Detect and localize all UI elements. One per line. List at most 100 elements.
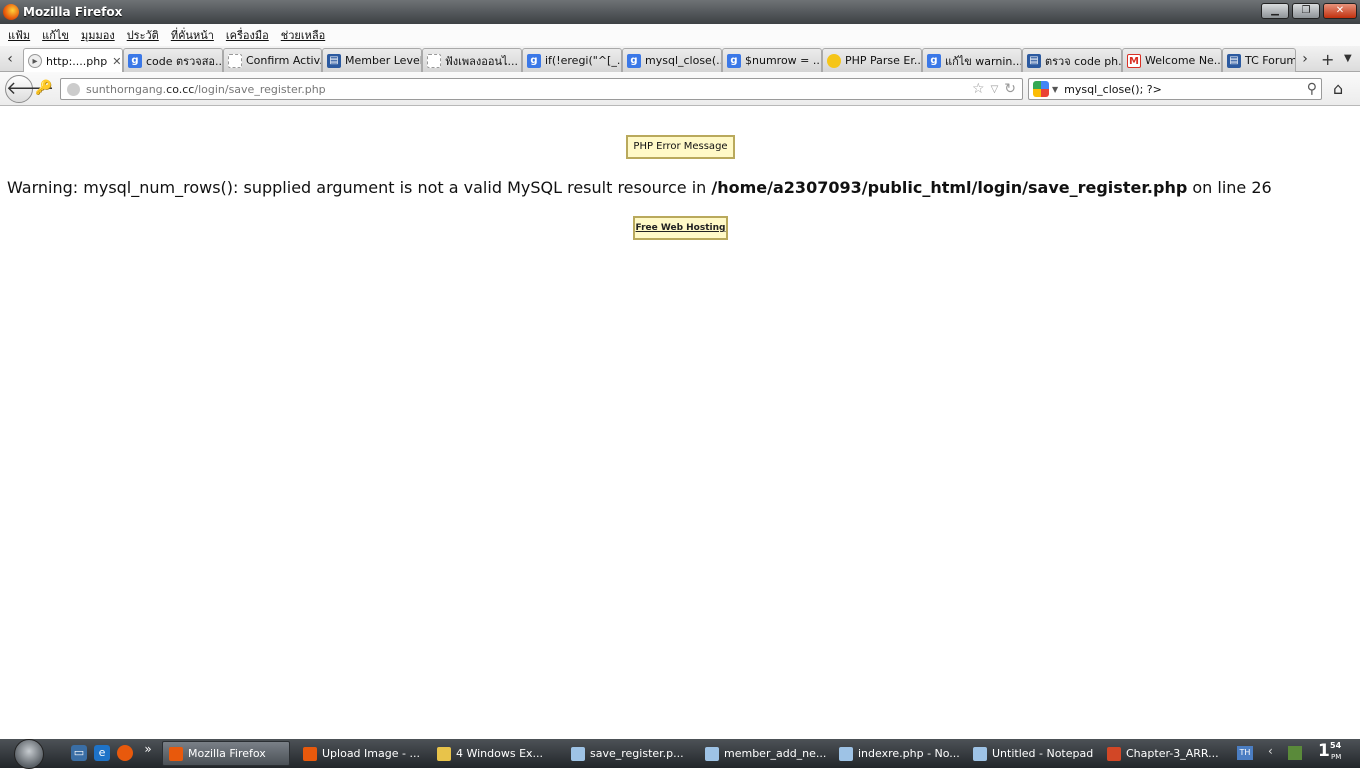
- new-tab-icon[interactable]: +: [1321, 50, 1334, 69]
- window-titlebar: Mozilla Firefox ▁ ❐ ✕: [0, 0, 1360, 24]
- menu-view[interactable]: มุมมอง: [81, 26, 115, 44]
- tab-favicon-icon: g: [527, 53, 541, 68]
- tab-favicon-icon: g: [128, 53, 142, 68]
- taskbar-button[interactable]: member_add_ne...: [699, 741, 827, 766]
- warning-message: Warning: mysql_num_rows(): supplied argu…: [7, 178, 1272, 197]
- menu-tools[interactable]: เครื่องมือ: [226, 26, 269, 44]
- tab[interactable]: g code ตรวจสอ...: [123, 48, 223, 72]
- tab-label: mysql_close(...: [645, 54, 722, 67]
- tab-favicon-icon: g: [927, 53, 941, 68]
- tab-favicon-icon: ▸: [28, 54, 42, 68]
- taskbar-button[interactable]: Chapter-3_ARR...: [1101, 741, 1229, 766]
- taskbar-button-label: Chapter-3_ARR...: [1126, 747, 1219, 760]
- tab-label: แก้ไข warnin...: [945, 54, 1022, 68]
- taskbar-app-icon: [571, 746, 585, 761]
- key-icon[interactable]: 🔑: [35, 80, 52, 96]
- search-bar[interactable]: ▼ mysql_close(); ?> ⚲: [1028, 78, 1322, 100]
- show-desktop-icon[interactable]: ▭: [71, 745, 87, 761]
- maximize-button[interactable]: ❐: [1292, 3, 1320, 19]
- search-input[interactable]: mysql_close(); ?>: [1064, 83, 1162, 96]
- taskbar-app-icon: [169, 746, 183, 761]
- menu-history[interactable]: ประวัติ: [127, 26, 159, 44]
- google-search-engine-icon[interactable]: [1033, 81, 1049, 97]
- tab-label: Welcome Ne...: [1145, 54, 1222, 67]
- tab[interactable]: g if(!eregi("^[_...: [522, 48, 622, 72]
- internet-explorer-icon[interactable]: e: [94, 745, 110, 761]
- menu-help[interactable]: ช่วยเหลือ: [281, 26, 325, 44]
- taskbar-app-icon: [839, 746, 853, 761]
- clock[interactable]: 1 54 PM: [1318, 741, 1341, 761]
- tab[interactable]: ▸ http:....php ✕: [23, 48, 123, 73]
- tab[interactable]: g แก้ไข warnin...: [922, 48, 1022, 72]
- taskbar-button[interactable]: Mozilla Firefox: [162, 741, 290, 766]
- taskbar-app-icon: [973, 746, 987, 761]
- taskbar-button[interactable]: Upload Image - ...: [297, 741, 425, 766]
- url-domain: co.cc: [166, 82, 195, 96]
- tab[interactable]: g $numrow = ...: [722, 48, 822, 72]
- taskbar-button[interactable]: 4 Windows Ex...: [431, 741, 559, 766]
- window-title: Mozilla Firefox: [23, 5, 123, 19]
- firefox-icon: [3, 4, 19, 20]
- menu-file[interactable]: แฟ้ม: [8, 26, 30, 44]
- menu-bar: แฟ้ม แก้ไข มุมมอง ประวัติ ที่คั่นหน้า เค…: [0, 24, 1360, 46]
- tab[interactable]: ▤ TC Forum: [1222, 48, 1296, 72]
- taskbar-button[interactable]: save_register.p...: [565, 741, 693, 766]
- url-bar[interactable]: sunthorngang. co.cc/login/save_register.p…: [60, 78, 1023, 100]
- chevron-down-icon[interactable]: ▼: [1052, 85, 1058, 94]
- taskbar-button-label: indexre.php - No...: [858, 747, 960, 760]
- more-icons-chevron-icon[interactable]: »: [140, 741, 156, 757]
- search-icon[interactable]: ⚲: [1307, 81, 1317, 97]
- tab-scroll-left-icon[interactable]: ‹: [3, 50, 17, 68]
- close-button[interactable]: ✕: [1323, 3, 1357, 19]
- warning-label: Warning: [7, 178, 73, 197]
- history-dropdown-icon[interactable]: ▽: [991, 81, 999, 97]
- tab[interactable]: Confirm Activ...: [223, 48, 322, 72]
- taskbar-button-label: save_register.p...: [590, 747, 684, 760]
- tab-label: Confirm Activ...: [246, 54, 322, 67]
- url-prefix: sunthorngang.: [86, 82, 167, 96]
- clock-ampm: PM: [1331, 753, 1342, 761]
- menu-edit[interactable]: แก้ไข: [42, 26, 69, 44]
- taskbar-button-label: 4 Windows Ex...: [456, 747, 544, 760]
- minimize-button[interactable]: ▁: [1261, 3, 1289, 19]
- list-tabs-icon[interactable]: ▼: [1344, 53, 1352, 64]
- taskbar-button-label: member_add_ne...: [724, 747, 827, 760]
- tab-label: http:....php: [46, 54, 108, 68]
- tab-favicon-icon: ▤: [327, 53, 341, 68]
- start-button[interactable]: [14, 739, 44, 769]
- taskbar-app-icon: [437, 746, 451, 761]
- firefox-quicklaunch-icon[interactable]: [117, 745, 133, 761]
- navigation-bar: 🡐 🔑 sunthorngang. co.cc/login/save_regist…: [0, 72, 1360, 106]
- site-identity-icon[interactable]: [67, 82, 80, 96]
- menu-bookmarks[interactable]: ที่คั่นหน้า: [171, 26, 214, 44]
- taskbar-button[interactable]: Untitled - Notepad: [967, 741, 1095, 766]
- tray-app-icon[interactable]: [1288, 746, 1302, 760]
- tray-expand-icon[interactable]: ‹: [1268, 744, 1273, 758]
- tab[interactable]: g mysql_close(...: [622, 48, 722, 72]
- reload-icon[interactable]: ↻: [1004, 81, 1016, 97]
- taskbar-button-label: Untitled - Notepad: [992, 747, 1094, 760]
- language-indicator[interactable]: TH: [1237, 746, 1253, 760]
- tab-label: ฟังเพลงออนไ...: [445, 54, 519, 68]
- home-icon[interactable]: ⌂: [1333, 79, 1343, 98]
- tab[interactable]: M Welcome Ne...: [1122, 48, 1222, 72]
- clock-hour: 1: [1318, 741, 1330, 761]
- taskbar-app-icon: [705, 746, 719, 761]
- tab-label: PHP Parse Er...: [845, 54, 922, 67]
- warning-line-number: 26: [1251, 178, 1272, 197]
- tab-label: $numrow = ...: [745, 54, 822, 67]
- bookmark-star-icon[interactable]: ☆: [972, 81, 985, 97]
- tab-label: code ตรวจสอ...: [146, 54, 223, 68]
- taskbar: ▭ e » Mozilla Firefox Upload Image - ... 4…: [0, 739, 1360, 769]
- tab[interactable]: ฟังเพลงออนไ...: [422, 48, 522, 72]
- tab[interactable]: ▤ ตรวจ code ph...: [1022, 48, 1122, 72]
- tab-scroll-right-icon[interactable]: ›: [1298, 50, 1312, 68]
- tab[interactable]: PHP Parse Er...: [822, 48, 922, 72]
- back-button[interactable]: 🡐: [5, 75, 54, 103]
- tab[interactable]: ▤ Member Level: [322, 48, 422, 72]
- tab-close-icon[interactable]: ✕: [112, 55, 121, 68]
- taskbar-button[interactable]: indexre.php - No...: [833, 741, 961, 766]
- tab-favicon-icon: [827, 53, 841, 68]
- free-web-hosting-link[interactable]: Free Web Hosting: [633, 216, 728, 240]
- tab-favicon-icon: ▤: [1227, 53, 1241, 68]
